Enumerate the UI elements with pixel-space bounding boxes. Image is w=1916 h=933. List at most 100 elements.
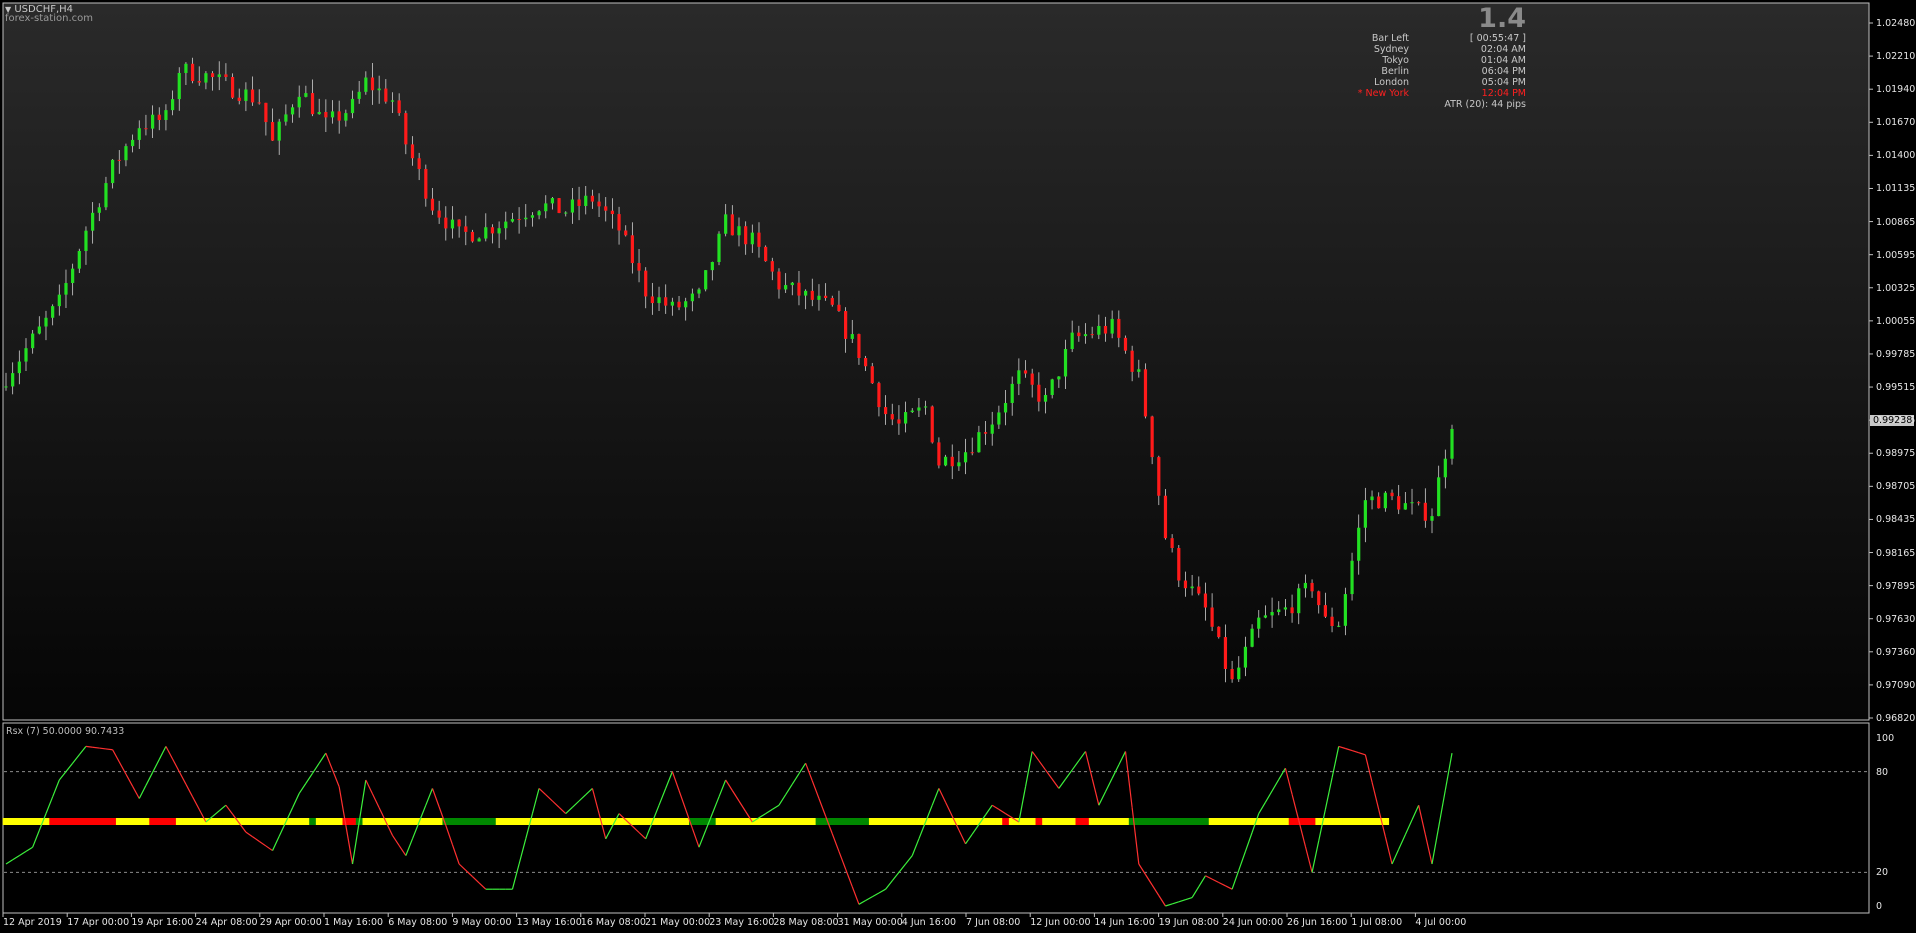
bear-candle bbox=[1317, 591, 1321, 606]
ribbon-segment bbox=[888, 818, 896, 825]
bear-candle bbox=[844, 311, 848, 339]
price-axis-label: 0.99785 bbox=[1876, 348, 1916, 360]
price-axis-label: 1.01940 bbox=[1876, 84, 1916, 96]
bear-candle bbox=[237, 97, 241, 101]
bull-candle bbox=[784, 285, 788, 290]
time-axis-label: 17 Apr 00:00 bbox=[67, 917, 130, 928]
bar-left-label: Bar Left bbox=[1371, 33, 1409, 44]
ribbon-segment bbox=[1095, 818, 1103, 825]
price-axis-label: 1.02480 bbox=[1876, 18, 1916, 29]
bear-candle bbox=[830, 298, 834, 305]
bull-candle bbox=[1283, 607, 1288, 610]
bull-candle bbox=[1410, 502, 1414, 504]
ribbon-segment bbox=[162, 818, 170, 825]
price-axis-label: 0.98435 bbox=[1876, 514, 1916, 526]
bear-candle bbox=[1183, 580, 1188, 589]
ribbon-segment bbox=[375, 818, 383, 825]
time-axis-label: 4 Jul 00:00 bbox=[1415, 917, 1467, 928]
ribbon-segment bbox=[1148, 818, 1156, 825]
ribbon-segment bbox=[195, 818, 203, 825]
indicator-level-label: 20 bbox=[1876, 867, 1889, 879]
bull-candle bbox=[657, 297, 661, 304]
bear-candle bbox=[1390, 492, 1394, 497]
bull-candle bbox=[377, 88, 381, 91]
ribbon-segment bbox=[1355, 818, 1363, 825]
price-axis-label: 0.98705 bbox=[1876, 481, 1916, 493]
chart-canvas[interactable] bbox=[0, 0, 1916, 933]
bear-candle bbox=[557, 198, 561, 213]
atr-readout: ATR (20): 44 pips bbox=[1444, 99, 1526, 110]
bear-candle bbox=[864, 358, 868, 367]
bull-candle bbox=[164, 110, 168, 120]
ribbon-segment bbox=[1028, 818, 1036, 825]
bull-candle bbox=[77, 251, 81, 269]
bull-candle bbox=[97, 207, 101, 213]
bear-candle bbox=[1330, 616, 1334, 627]
main-chart-panel[interactable] bbox=[2, 2, 1870, 721]
ribbon-segment bbox=[1035, 818, 1043, 825]
bear-candle bbox=[224, 74, 228, 77]
ribbon-segment bbox=[155, 818, 163, 825]
time-axis-label: 7 Jun 08:00 bbox=[966, 917, 1021, 928]
bull-candle bbox=[1050, 379, 1054, 395]
bear-candle bbox=[770, 261, 774, 272]
ribbon-segment bbox=[735, 818, 743, 825]
bull-candle bbox=[1297, 588, 1301, 614]
bull-candle bbox=[390, 100, 395, 102]
bull-candle bbox=[304, 93, 308, 97]
bear-candle bbox=[1377, 496, 1381, 509]
bear-candle bbox=[883, 407, 888, 415]
ribbon-segment bbox=[269, 818, 277, 825]
bull-candle bbox=[963, 452, 968, 463]
ribbon-segment bbox=[142, 818, 150, 825]
bear-candle bbox=[677, 301, 681, 308]
ribbon-segment bbox=[109, 818, 117, 825]
bull-candle bbox=[1190, 586, 1194, 589]
ribbon-segment bbox=[1135, 818, 1143, 825]
ribbon-segment bbox=[89, 818, 97, 825]
ribbon-segment bbox=[582, 818, 590, 825]
ribbon-segment bbox=[1128, 818, 1136, 825]
bear-candle bbox=[1203, 593, 1208, 608]
ribbon-segment bbox=[1002, 818, 1010, 825]
bear-candle bbox=[777, 271, 781, 290]
bull-candle bbox=[524, 217, 528, 220]
bull-candle bbox=[170, 99, 175, 111]
bear-candle bbox=[877, 383, 881, 408]
bear-candle bbox=[890, 414, 894, 420]
ribbon-segment bbox=[69, 818, 77, 825]
bear-candle bbox=[1130, 350, 1134, 372]
ribbon-segment bbox=[495, 818, 503, 825]
ribbon-segment bbox=[175, 818, 183, 825]
ribbon-segment bbox=[1155, 818, 1163, 825]
bear-candle bbox=[384, 88, 388, 102]
ribbon-segment bbox=[169, 818, 177, 825]
bull-candle bbox=[297, 96, 301, 108]
rsx-segment bbox=[105, 748, 113, 751]
bear-candle bbox=[604, 206, 608, 211]
bear-candle bbox=[370, 77, 375, 91]
bull-candle bbox=[1243, 646, 1248, 668]
bull-candle bbox=[1237, 667, 1241, 680]
ribbon-segment bbox=[1208, 818, 1216, 825]
ribbon-segment bbox=[842, 818, 850, 825]
bear-candle bbox=[1163, 495, 1168, 539]
time-axis-label: 29 Apr 00:00 bbox=[259, 917, 322, 928]
bear-candle bbox=[810, 290, 814, 300]
ribbon-segment bbox=[669, 818, 677, 825]
price-axis-label: 0.97895 bbox=[1876, 580, 1916, 592]
ribbon-segment bbox=[435, 818, 443, 825]
bear-candle bbox=[1217, 626, 1221, 638]
bear-candle bbox=[950, 456, 954, 467]
indicator-level-label: 100 bbox=[1876, 733, 1895, 744]
ribbon-segment bbox=[2, 818, 10, 825]
ribbon-segment bbox=[1235, 818, 1243, 825]
bull-candle bbox=[330, 111, 335, 118]
bull-candle bbox=[1370, 496, 1374, 501]
bull-candle bbox=[111, 159, 115, 184]
bull-candle bbox=[1257, 617, 1261, 629]
ribbon-segment bbox=[675, 818, 683, 825]
ribbon-segment bbox=[1082, 818, 1090, 825]
time-axis-label: 24 Apr 08:00 bbox=[195, 917, 258, 928]
ribbon-segment bbox=[722, 818, 730, 825]
